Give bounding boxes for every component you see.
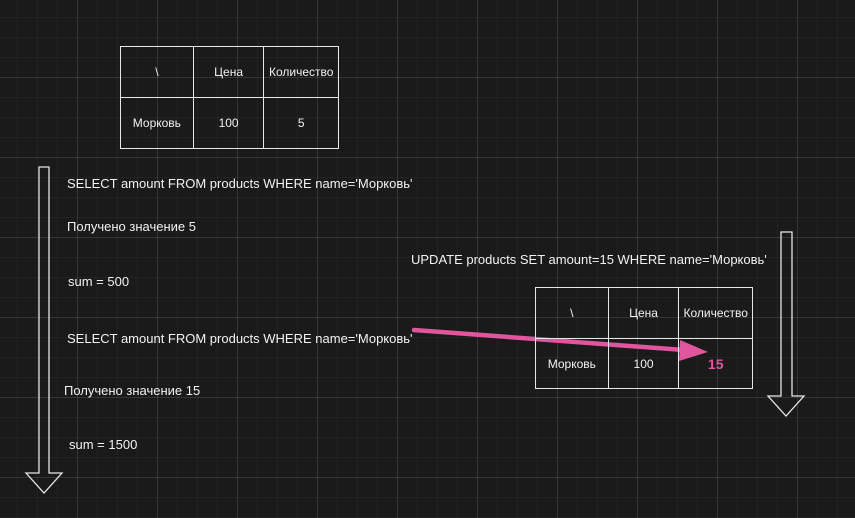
header-cell: Цена xyxy=(192,46,265,98)
left-timeline-arrow xyxy=(24,166,64,494)
table-cell: 100 xyxy=(192,97,265,149)
table-cell: 5 xyxy=(263,97,339,149)
header-cell: \ xyxy=(120,46,194,98)
header-cell: Количество xyxy=(678,287,753,339)
received-value-2: Получено значение 15 xyxy=(64,383,201,398)
header-cell: Количество xyxy=(263,46,339,98)
table-header-row: \ Цена Количество xyxy=(120,46,339,98)
products-table-before: \ Цена Количество Морковь 100 5 xyxy=(120,46,339,149)
table-cell: Морковь xyxy=(535,338,609,389)
table-cell: 100 xyxy=(607,338,680,389)
header-cell: Цена xyxy=(607,287,680,339)
right-timeline-arrow xyxy=(766,231,806,417)
table-cell: Морковь xyxy=(120,97,194,149)
table-row: Морковь 100 15 xyxy=(535,338,753,389)
update-query: UPDATE products SET amount=15 WHERE name… xyxy=(411,252,767,267)
table-row: Морковь 100 5 xyxy=(120,97,339,149)
header-cell: \ xyxy=(535,287,609,339)
select-query-2: SELECT amount FROM products WHERE name='… xyxy=(67,331,413,346)
received-value-1: Получено значение 5 xyxy=(67,219,196,234)
updated-amount-cell: 15 xyxy=(678,338,753,389)
products-table-after: \ Цена Количество Морковь 100 15 xyxy=(535,287,753,389)
table-header-row: \ Цена Количество xyxy=(535,287,753,339)
select-query-1: SELECT amount FROM products WHERE name='… xyxy=(67,176,413,191)
sum-result-1: sum = 500 xyxy=(68,274,130,289)
sum-result-2: sum = 1500 xyxy=(69,437,138,452)
